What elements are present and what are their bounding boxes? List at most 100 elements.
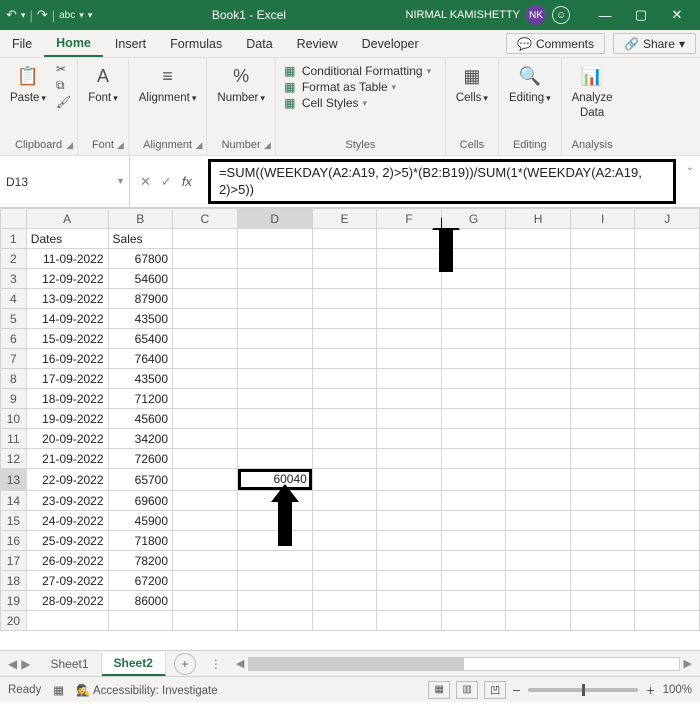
cell[interactable] <box>506 469 571 491</box>
cell[interactable] <box>312 591 377 611</box>
qat-customize-icon[interactable]: ▾ <box>88 10 93 21</box>
cell[interactable] <box>570 289 635 309</box>
cell[interactable] <box>441 469 506 491</box>
format-as-table-button[interactable]: ▦Format as Table ▾ <box>282 80 431 94</box>
cell[interactable] <box>312 571 377 591</box>
cell[interactable] <box>570 449 635 469</box>
cell[interactable]: 71200 <box>108 389 173 409</box>
cell[interactable]: 54600 <box>108 269 173 289</box>
cell[interactable] <box>312 369 377 389</box>
cell[interactable] <box>237 309 312 329</box>
cell[interactable] <box>570 571 635 591</box>
sheet-nav-prev-icon[interactable]: ◀ <box>8 657 17 671</box>
cell[interactable] <box>506 389 571 409</box>
tab-insert[interactable]: Insert <box>103 30 158 57</box>
accessibility-status[interactable]: 🕵 Accessibility: Investigate <box>76 683 218 697</box>
cell[interactable] <box>635 469 700 491</box>
cell[interactable]: 78200 <box>108 551 173 571</box>
cell[interactable] <box>570 329 635 349</box>
cell[interactable] <box>570 511 635 531</box>
cell[interactable] <box>237 349 312 369</box>
cell[interactable]: 15-09-2022 <box>26 329 108 349</box>
cell[interactable] <box>506 269 571 289</box>
cell[interactable] <box>570 591 635 611</box>
cell[interactable] <box>635 591 700 611</box>
cell[interactable]: 13-09-2022 <box>26 289 108 309</box>
cell[interactable] <box>173 309 238 329</box>
cell[interactable] <box>173 531 238 551</box>
undo-icon[interactable]: ↶ <box>6 7 17 23</box>
cell[interactable] <box>312 229 377 249</box>
sheet-nav-next-icon[interactable]: ▶ <box>21 657 30 671</box>
cell[interactable]: 76400 <box>108 349 173 369</box>
cell[interactable] <box>570 531 635 551</box>
cell[interactable] <box>506 329 571 349</box>
cell[interactable]: 16-09-2022 <box>26 349 108 369</box>
cell[interactable] <box>570 269 635 289</box>
cell[interactable] <box>237 369 312 389</box>
analyze-data-button[interactable]: 📊AnalyzeData <box>568 60 617 121</box>
cell[interactable]: 67200 <box>108 571 173 591</box>
cell[interactable]: 12-09-2022 <box>26 269 108 289</box>
cell[interactable] <box>441 249 506 269</box>
cell[interactable] <box>570 249 635 269</box>
cell[interactable] <box>173 329 238 349</box>
cell[interactable]: 71800 <box>108 531 173 551</box>
zoom-in-button[interactable]: + <box>646 682 654 698</box>
cell[interactable] <box>312 329 377 349</box>
cell[interactable] <box>237 389 312 409</box>
user-account[interactable]: NIRMAL KAMISHETTY NK <box>406 5 547 25</box>
cell[interactable] <box>635 329 700 349</box>
cell[interactable] <box>312 469 377 491</box>
cell[interactable] <box>570 349 635 369</box>
copy-icon[interactable]: ⧉ <box>56 78 71 93</box>
cell[interactable] <box>377 369 442 389</box>
cell[interactable] <box>635 409 700 429</box>
cell[interactable] <box>441 449 506 469</box>
minimize-button[interactable]: — <box>588 2 622 28</box>
cells-button[interactable]: ▦Cells ▾ <box>452 60 492 106</box>
cell[interactable] <box>377 591 442 611</box>
row-header[interactable]: 5 <box>1 309 27 329</box>
worksheet-grid[interactable]: A B C D E F G H I J 1DatesSales211-09-20… <box>0 208 700 650</box>
cell[interactable] <box>506 289 571 309</box>
cell[interactable] <box>237 289 312 309</box>
close-button[interactable]: ✕ <box>660 2 694 28</box>
cell[interactable] <box>635 269 700 289</box>
zoom-level[interactable]: 100% <box>663 684 692 696</box>
cell[interactable] <box>237 249 312 269</box>
cell[interactable]: Sales <box>108 229 173 249</box>
cell[interactable]: 65400 <box>108 329 173 349</box>
share-button[interactable]: 🔗 Share ▾ <box>613 33 696 54</box>
cell[interactable] <box>237 269 312 289</box>
cell[interactable] <box>312 249 377 269</box>
cell[interactable] <box>506 349 571 369</box>
row-header[interactable]: 20 <box>1 611 27 631</box>
cell[interactable] <box>441 551 506 571</box>
cell[interactable] <box>635 349 700 369</box>
cell[interactable] <box>570 309 635 329</box>
cell[interactable] <box>237 329 312 349</box>
cell[interactable] <box>570 429 635 449</box>
cell[interactable] <box>173 289 238 309</box>
cell[interactable] <box>312 611 377 631</box>
row-header[interactable]: 7 <box>1 349 27 369</box>
cell-styles-button[interactable]: ▦Cell Styles ▾ <box>282 96 431 110</box>
cell[interactable] <box>377 611 442 631</box>
cell[interactable]: 86000 <box>108 591 173 611</box>
row-header[interactable]: 4 <box>1 289 27 309</box>
cell[interactable] <box>312 531 377 551</box>
cell[interactable] <box>506 491 571 511</box>
fx-icon[interactable]: fx <box>182 174 192 189</box>
cell[interactable] <box>377 269 442 289</box>
comments-button[interactable]: 💬 Comments <box>506 33 605 54</box>
cell[interactable] <box>506 409 571 429</box>
cell[interactable]: 45600 <box>108 409 173 429</box>
cell[interactable] <box>441 591 506 611</box>
row-header[interactable]: 8 <box>1 369 27 389</box>
dialog-launcher-icon[interactable]: ◢ <box>117 140 124 151</box>
cell[interactable] <box>506 309 571 329</box>
cell[interactable] <box>377 229 442 249</box>
row-header[interactable]: 17 <box>1 551 27 571</box>
cell[interactable] <box>108 611 173 631</box>
